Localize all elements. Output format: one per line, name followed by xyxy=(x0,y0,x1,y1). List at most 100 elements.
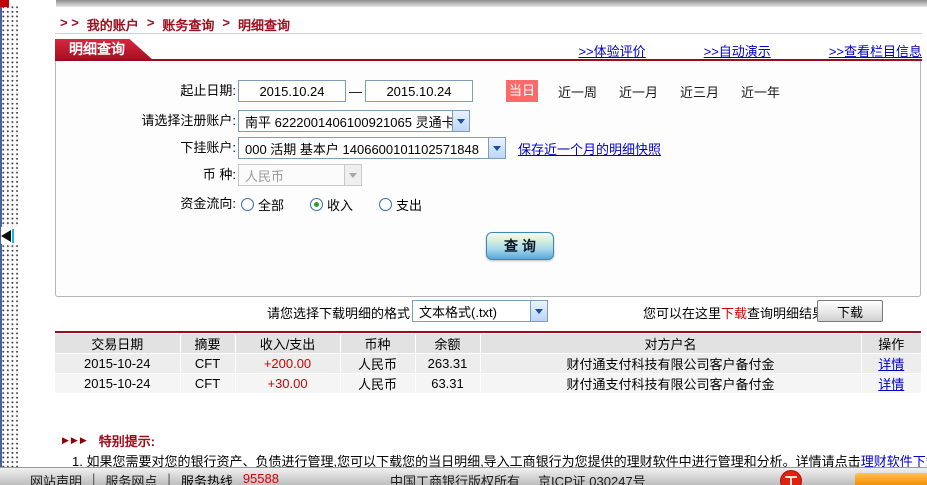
copyright-text: 中国工商银行版权所有 xyxy=(390,471,520,485)
cell-currency: 人民币 xyxy=(340,374,415,394)
breadcrumb: > > 我的账户 > 账务查询 > 明细查询 xyxy=(60,15,290,34)
triple-arrow-icon: ▶▶▶ xyxy=(62,435,89,446)
view-column-info-link[interactable]: >>查看栏目信息 xyxy=(829,41,922,60)
radio-icon xyxy=(379,198,392,211)
dropdown-arrow-icon[interactable] xyxy=(488,138,505,158)
range-last-year[interactable]: 近一年 xyxy=(741,82,780,101)
detail-link[interactable]: 详情 xyxy=(878,377,904,392)
register-account-value: 南平 6222001406100921065 灵通卡 xyxy=(239,112,452,131)
register-account-label: 请选择注册账户: xyxy=(68,110,236,132)
query-button[interactable]: 查 询 xyxy=(486,232,554,260)
download-format-label: 请您选择下载明细的格式 xyxy=(180,303,410,322)
floating-widget-cutoff[interactable] xyxy=(855,473,927,485)
breadcrumb-account-query[interactable]: 账务查询 xyxy=(162,15,214,34)
left-dotted-rail xyxy=(2,6,18,485)
col-header-counterparty: 对方户名 xyxy=(480,334,861,354)
col-header-amount: 收入/支出 xyxy=(235,334,340,354)
date-range-row: — 当日 近一周 近一月 近三月 近一年 xyxy=(238,80,780,102)
download-button[interactable]: 下载 xyxy=(817,300,883,322)
flow-option-income-label: 收入 xyxy=(327,195,353,214)
hotline-number: 95588 xyxy=(243,471,279,485)
currency-row: 人民币 xyxy=(238,164,362,186)
date-range-label: 起止日期: xyxy=(68,80,236,102)
flow-label: 资金流向: xyxy=(68,193,236,215)
table-row: 2015-10-24 CFT +30.00 人民币 63.31 财付通支付科技有… xyxy=(55,374,921,394)
dropdown-arrow-icon[interactable] xyxy=(530,301,547,321)
range-last-week[interactable]: 近一周 xyxy=(558,82,597,101)
dropdown-arrow-icon xyxy=(344,165,361,185)
cell-balance: 63.31 xyxy=(415,374,480,394)
currency-select: 人民币 xyxy=(238,164,362,186)
notice-title: 特别提示: xyxy=(99,431,155,450)
query-form-panel: 起止日期: — 当日 近一周 近一月 近三月 近一年 请选择注册账户: 南平 6… xyxy=(55,61,921,297)
range-last-3-months[interactable]: 近三月 xyxy=(680,82,719,101)
download-hint-after: 查询明细结果 xyxy=(747,306,825,321)
cell-summary: CFT xyxy=(180,374,235,394)
breadcrumb-separator: > xyxy=(147,15,155,34)
flow-option-expense-label: 支出 xyxy=(396,195,422,214)
header-links: >>体验评价 >>自动演示 >>查看栏目信息 xyxy=(578,41,922,60)
radio-icon xyxy=(241,198,254,211)
flow-option-all[interactable]: 全部 xyxy=(241,195,284,214)
range-today-badge[interactable]: 当日 xyxy=(506,80,538,102)
corner-red-block xyxy=(0,0,9,7)
download-format-select[interactable]: 文本格式(.txt) xyxy=(412,300,548,322)
col-header-summary: 摘要 xyxy=(180,334,235,354)
footer-separator: | xyxy=(92,471,95,485)
transactions-table: 交易日期 摘要 收入/支出 币种 余额 对方户名 操作 2015-10-24 C… xyxy=(55,334,921,394)
sub-account-value: 000 活期 基本户 1406600101102571848 xyxy=(239,139,488,158)
flow-option-expense[interactable]: 支出 xyxy=(379,195,422,214)
flow-option-income[interactable]: 收入 xyxy=(310,195,353,214)
site-statement-link[interactable]: 网站声明 xyxy=(30,471,82,485)
hotline-label: 服务热线 xyxy=(181,471,233,485)
auto-demo-link[interactable]: >>自动演示 xyxy=(704,41,771,60)
cell-balance: 263.31 xyxy=(415,354,480,374)
date-to-input[interactable] xyxy=(365,80,473,102)
breadcrumb-divider xyxy=(55,33,922,34)
cell-summary: CFT xyxy=(180,354,235,374)
col-header-action: 操作 xyxy=(861,334,921,354)
table-row: 2015-10-24 CFT +200.00 人民币 263.31 财付通支付科… xyxy=(55,354,921,374)
footer-links: 网站声明 | 服务网点 | 服务热线 95588 xyxy=(30,471,279,485)
cell-amount: +200.00 xyxy=(235,354,340,374)
register-account-select[interactable]: 南平 6222001406100921065 灵通卡 xyxy=(238,110,470,132)
date-dash: — xyxy=(349,84,362,99)
col-header-balance: 余额 xyxy=(415,334,480,354)
range-options: 近一周 近一月 近三月 近一年 xyxy=(558,82,780,101)
breadcrumb-my-account[interactable]: 我的账户 xyxy=(87,15,139,34)
currency-value: 人民币 xyxy=(239,166,344,185)
download-hint-before: 您可以在这里 xyxy=(643,306,721,321)
footer-separator: | xyxy=(167,471,170,485)
breadcrumb-separator: > xyxy=(222,15,230,34)
download-hint-link[interactable]: 下载 xyxy=(721,306,747,321)
breadcrumb-prefix: > > xyxy=(60,15,79,34)
experience-review-link[interactable]: >>体验评价 xyxy=(578,41,645,60)
collapse-sidebar-arrow[interactable] xyxy=(1,227,18,244)
icbc-logo-icon: 工 xyxy=(780,470,802,485)
detail-link[interactable]: 详情 xyxy=(878,357,904,372)
range-last-month[interactable]: 近一月 xyxy=(619,82,658,101)
detail-query-page: > > 我的账户 > 账务查询 > 明细查询 明细查询 >>体验评价 >>自动演… xyxy=(0,0,927,485)
download-format-value: 文本格式(.txt) xyxy=(413,302,530,321)
footer-copyright: 中国工商银行版权所有 京ICP证 030247号 xyxy=(390,471,646,485)
service-outlets-link[interactable]: 服务网点 xyxy=(105,471,157,485)
table-header-row: 交易日期 摘要 收入/支出 币种 余额 对方户名 操作 xyxy=(55,334,921,354)
dropdown-arrow-icon[interactable] xyxy=(452,111,469,131)
icp-text: 京ICP证 030247号 xyxy=(538,471,646,485)
notice-header: ▶▶▶ 特别提示: xyxy=(62,431,155,450)
save-month-snapshot-link[interactable]: 保存近一个月的明细快照 xyxy=(518,139,661,158)
currency-label: 币 种: xyxy=(68,164,236,186)
cell-currency: 人民币 xyxy=(340,354,415,374)
date-from-input[interactable] xyxy=(238,80,346,102)
cyan-bar-icon xyxy=(12,229,14,243)
col-header-currency: 币种 xyxy=(340,334,415,354)
breadcrumb-detail-query[interactable]: 明细查询 xyxy=(238,15,290,34)
sub-account-select[interactable]: 000 活期 基本户 1406600101102571848 xyxy=(238,137,506,159)
left-triangle-icon xyxy=(1,230,11,242)
flow-option-all-label: 全部 xyxy=(258,195,284,214)
tab-detail-query[interactable]: 明细查询 xyxy=(55,39,153,60)
cell-counterparty: 财付通支付科技有限公司客户备付金 xyxy=(480,374,861,394)
cell-amount: +30.00 xyxy=(235,374,340,394)
col-header-date: 交易日期 xyxy=(55,334,180,354)
cell-date: 2015-10-24 xyxy=(55,354,180,374)
